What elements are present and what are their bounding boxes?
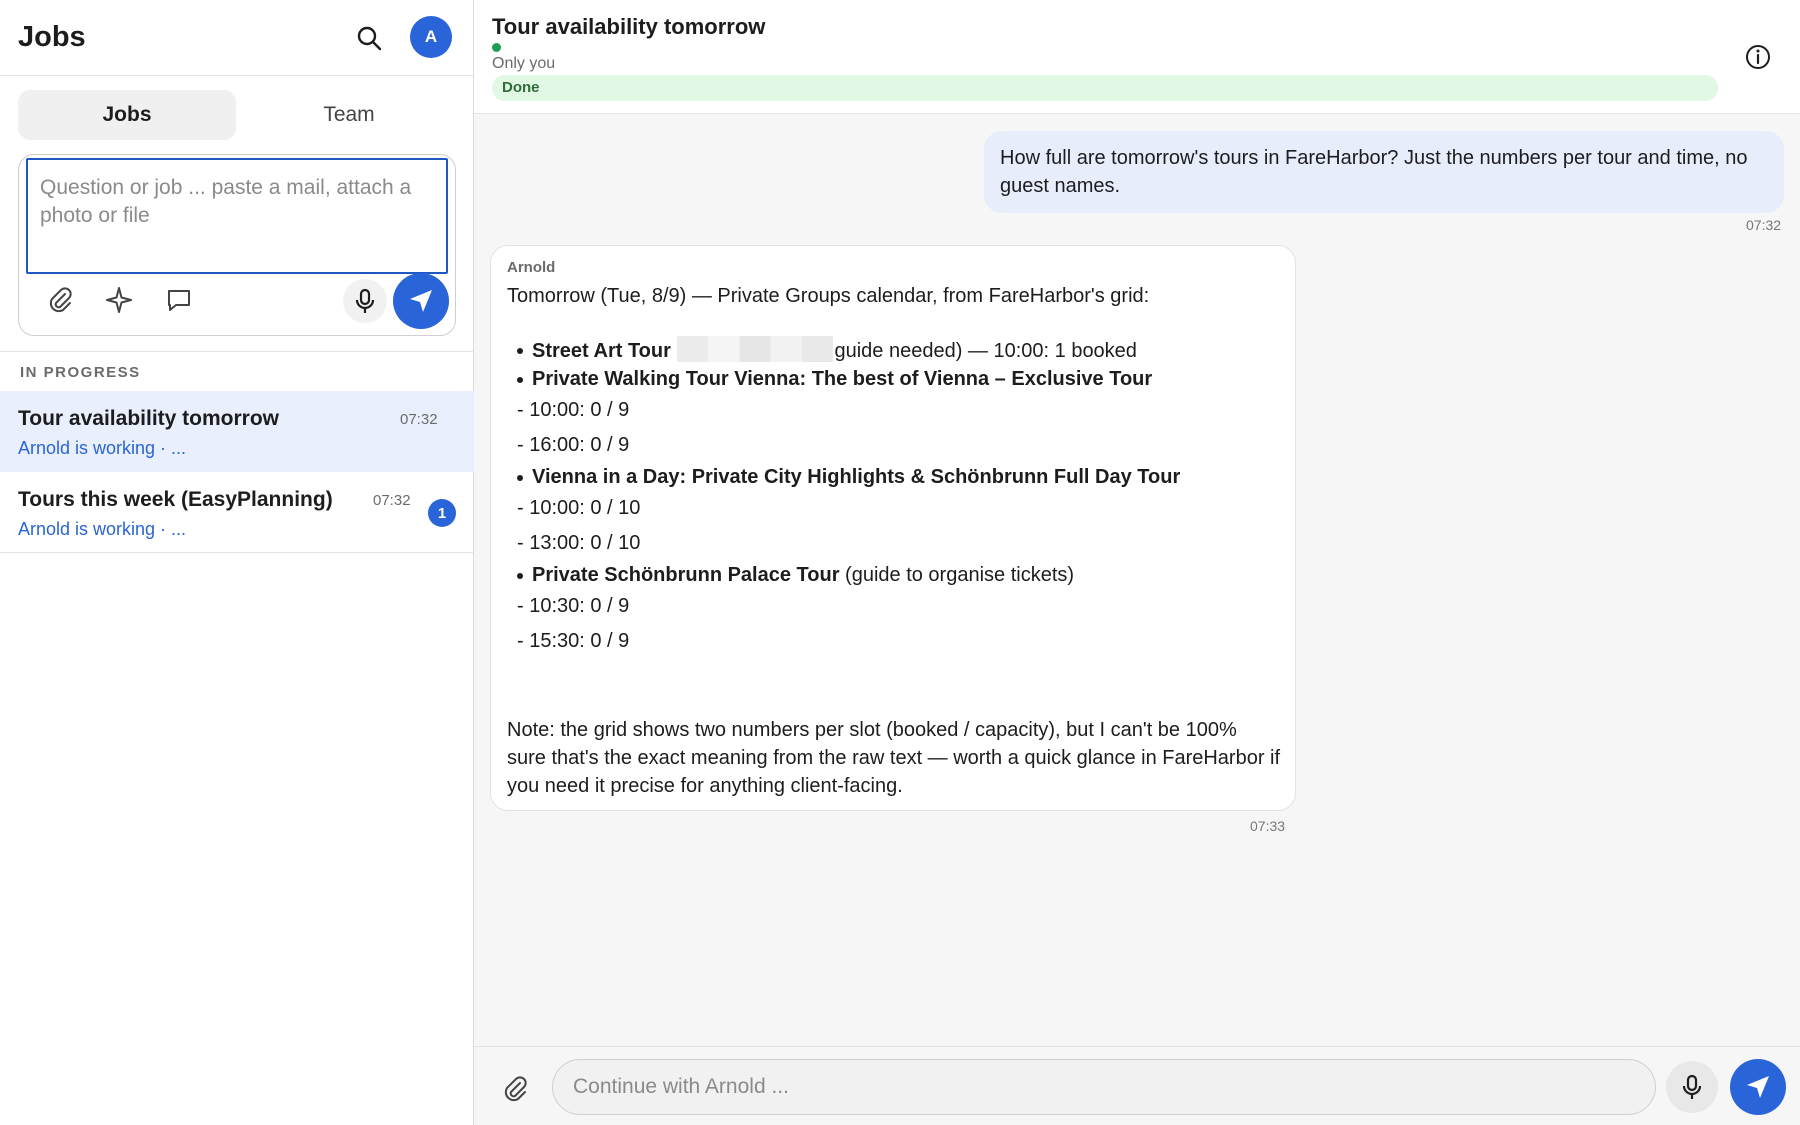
tour-name: Private Schönbrunn Palace Tour: [532, 564, 840, 586]
send-icon: [410, 290, 432, 312]
info-icon[interactable]: [1744, 43, 1772, 71]
chat-bubble-icon[interactable]: [164, 285, 194, 315]
message-timestamp: 07:32: [1746, 217, 1782, 233]
tour-slot: - 13:00: 0 / 10: [517, 532, 641, 554]
assistant-message: Arnold Tomorrow (Tue, 8/9) — Private Gro…: [490, 245, 1296, 811]
tour-slot: - 15:30: 0 / 9: [517, 630, 630, 652]
sparkle-icon[interactable]: [104, 285, 134, 315]
voice-input-button[interactable]: [1666, 1061, 1718, 1113]
app-window: Jobs A Jobs Team Question or job ... pas…: [0, 0, 1800, 1125]
unread-badge: 1: [428, 499, 456, 527]
conversation-header: Tour availability tomorrow Only you Done: [474, 0, 1800, 114]
tour-name: Private Walking Tour Vienna: The best of…: [532, 368, 1153, 390]
tour-item: Street Art Tour guide needed) — 10:00: 1…: [507, 336, 1279, 365]
job-title: Tours this week (EasyPlanning): [18, 488, 333, 511]
progress-label: Done: [502, 79, 540, 96]
conversation-title: Tour availability tomorrow: [492, 14, 766, 39]
voice-input-button[interactable]: [343, 279, 387, 323]
message-intro: Tomorrow (Tue, 8/9) — Private Groups cal…: [507, 285, 1150, 307]
redacted-text: [677, 336, 834, 362]
tour-item: Vienna in a Day: Private City Highlights…: [507, 463, 1279, 491]
progress-bar: Done: [492, 75, 1718, 101]
job-item-tours-this-week[interactable]: Tours this week (EasyPlanning) 07:32 Arn…: [0, 472, 474, 553]
job-time: 07:32: [373, 492, 411, 509]
send-button[interactable]: [393, 273, 449, 329]
search-icon[interactable]: [355, 24, 383, 52]
tour-slot: - 10:30: 0 / 9: [517, 595, 630, 617]
job-time: 07:32: [400, 411, 438, 428]
send-icon: [1747, 1076, 1769, 1098]
message-timestamp: 07:33: [1250, 818, 1286, 834]
tour-detail: guide needed) — 10:00: 1 booked: [834, 340, 1137, 362]
sidebar-tabs: Jobs Team: [0, 76, 473, 150]
status-dot: [492, 43, 501, 52]
paperclip-icon[interactable]: [45, 285, 75, 315]
job-status: Arnold is working · ...: [18, 438, 187, 458]
tour-slot: - 10:00: 0 / 10: [517, 497, 641, 519]
user-message: How full are tomorrow's tours in FareHar…: [984, 131, 1784, 213]
new-job-composer: [18, 154, 456, 336]
tab-team[interactable]: Team: [240, 90, 458, 140]
sidebar-header: Jobs A: [0, 0, 473, 76]
microphone-icon: [355, 288, 375, 313]
tour-item: Private Schönbrunn Palace Tour (guide to…: [507, 561, 1279, 589]
sidebar: Jobs A Jobs Team Question or job ... pas…: [0, 0, 474, 1125]
sidebar-divider: [0, 351, 474, 352]
microphone-icon: [1682, 1074, 1702, 1099]
progress-fill: [492, 75, 1718, 101]
conversation-pane: Tour availability tomorrow Only you Done…: [474, 0, 1800, 1125]
job-status: Arnold is working · ...: [18, 519, 187, 539]
job-item-tour-availability[interactable]: Tour availability tomorrow 07:32 Arnold …: [0, 391, 474, 472]
tour-name: Vienna in a Day: Private City Highlights…: [532, 466, 1181, 488]
avatar[interactable]: A: [410, 16, 452, 58]
sender-name: Arnold: [507, 259, 556, 276]
paperclip-icon[interactable]: [500, 1074, 530, 1104]
new-job-input[interactable]: [26, 158, 448, 274]
tour-item: Private Walking Tour Vienna: The best of…: [507, 365, 1279, 393]
tour-slot: - 10:00: 0 / 9: [517, 399, 630, 421]
reply-composer: [474, 1046, 1800, 1125]
tour-detail: (guide to organise tickets): [845, 564, 1075, 586]
tour-name: Street Art Tour: [532, 340, 671, 362]
visibility-label: Only you: [492, 55, 556, 72]
reply-input[interactable]: [552, 1059, 1656, 1115]
tour-slot: - 16:00: 0 / 9: [517, 434, 630, 456]
sidebar-title: Jobs: [18, 21, 86, 53]
section-label-in-progress: IN PROGRESS: [20, 364, 141, 381]
send-button[interactable]: [1730, 1059, 1786, 1115]
job-title: Tour availability tomorrow: [18, 407, 279, 430]
tab-jobs[interactable]: Jobs: [18, 90, 236, 140]
message-note: Note: the grid shows two numbers per slo…: [507, 719, 1281, 797]
